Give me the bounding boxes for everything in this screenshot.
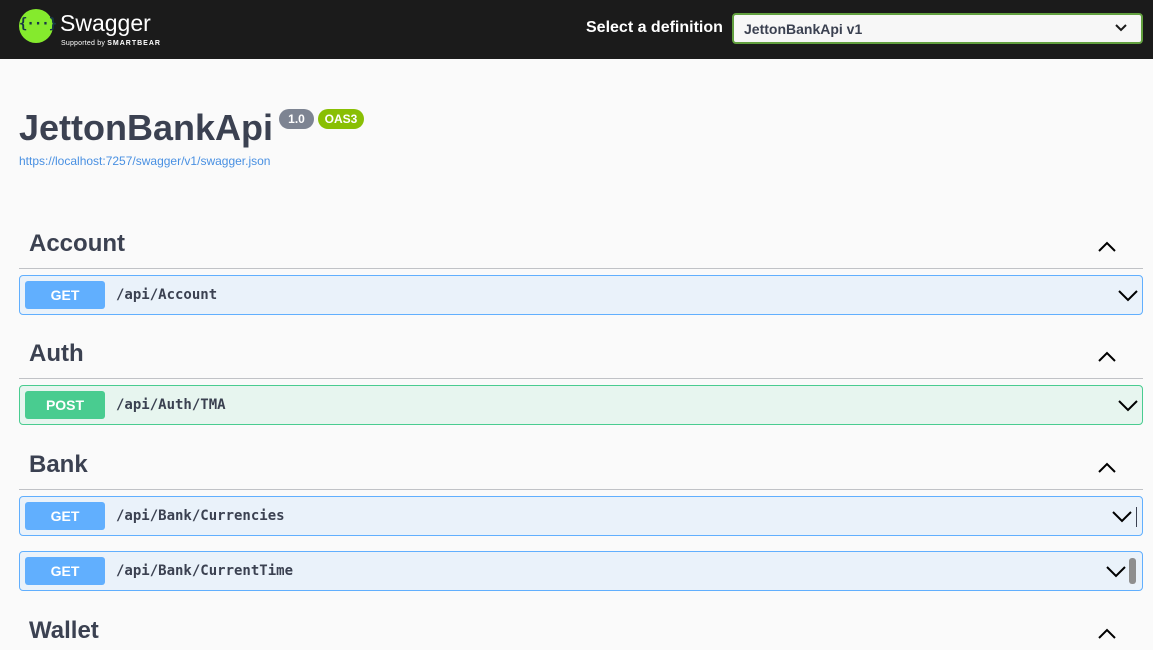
operation-post-auth-tma[interactable]: POST /api/Auth/TMA [19,385,1143,425]
chevron-down-icon[interactable] [1118,285,1138,305]
oas-badge: OAS3 [318,109,364,129]
tag-bank[interactable]: Bank [19,450,1143,490]
chevron-down-icon[interactable] [1112,506,1132,526]
chevron-up-icon[interactable] [1097,347,1117,367]
chevron-down-icon[interactable] [1118,395,1138,415]
method-badge: GET [25,557,105,585]
swagger-logo-icon[interactable]: {···} [19,9,57,43]
topbar: {···} Swagger Supported by SMARTBEAR Sel… [0,0,1153,59]
logo-glyph: {···} [19,16,57,32]
chevron-up-icon[interactable] [1097,237,1117,257]
definition-select-value: JettonBankApi v1 [744,21,863,37]
operation-path: /api/Bank/CurrentTime [116,563,294,579]
operation-path: /api/Account [116,287,218,303]
brand-tagline-company: SMARTBEAR [107,40,161,47]
chevron-down-icon[interactable] [1106,561,1126,581]
brand-name[interactable]: Swagger [60,10,151,37]
version-badge: 1.0 [279,109,314,129]
scrollbar-thumb[interactable] [1129,558,1136,584]
definition-select[interactable]: JettonBankApi v1 [732,13,1143,44]
tag-auth[interactable]: Auth [19,339,1143,379]
tag-name: Auth [29,340,84,367]
tag-name: Bank [29,451,88,478]
definition-label: Select a definition [586,19,723,36]
operation-path: /api/Auth/TMA [116,397,226,413]
chevron-up-icon[interactable] [1097,624,1117,644]
brand-tagline-prefix: Supported by [61,40,106,47]
chevron-down-icon [1115,24,1127,32]
spec-url-link[interactable]: https://localhost:7257/swagger/v1/swagge… [19,154,270,168]
operation-path: /api/Bank/Currencies [116,508,285,524]
api-title: JettonBankApi [19,107,274,148]
tag-name: Account [29,230,125,257]
tag-name: Wallet [29,617,99,644]
method-badge: GET [25,502,105,530]
operation-get-account[interactable]: GET /api/Account [19,275,1143,315]
chevron-up-icon[interactable] [1097,458,1117,478]
tag-account[interactable]: Account [19,229,1143,269]
brand-tagline: Supported by SMARTBEAR [61,40,161,47]
method-badge: POST [25,391,105,419]
method-badge: GET [25,281,105,309]
operation-get-bank-currencies[interactable]: GET /api/Bank/Currencies [19,496,1143,536]
tag-wallet[interactable]: Wallet [19,616,1143,650]
text-cursor [1136,507,1137,527]
operation-get-bank-currenttime[interactable]: GET /api/Bank/CurrentTime [19,551,1143,591]
